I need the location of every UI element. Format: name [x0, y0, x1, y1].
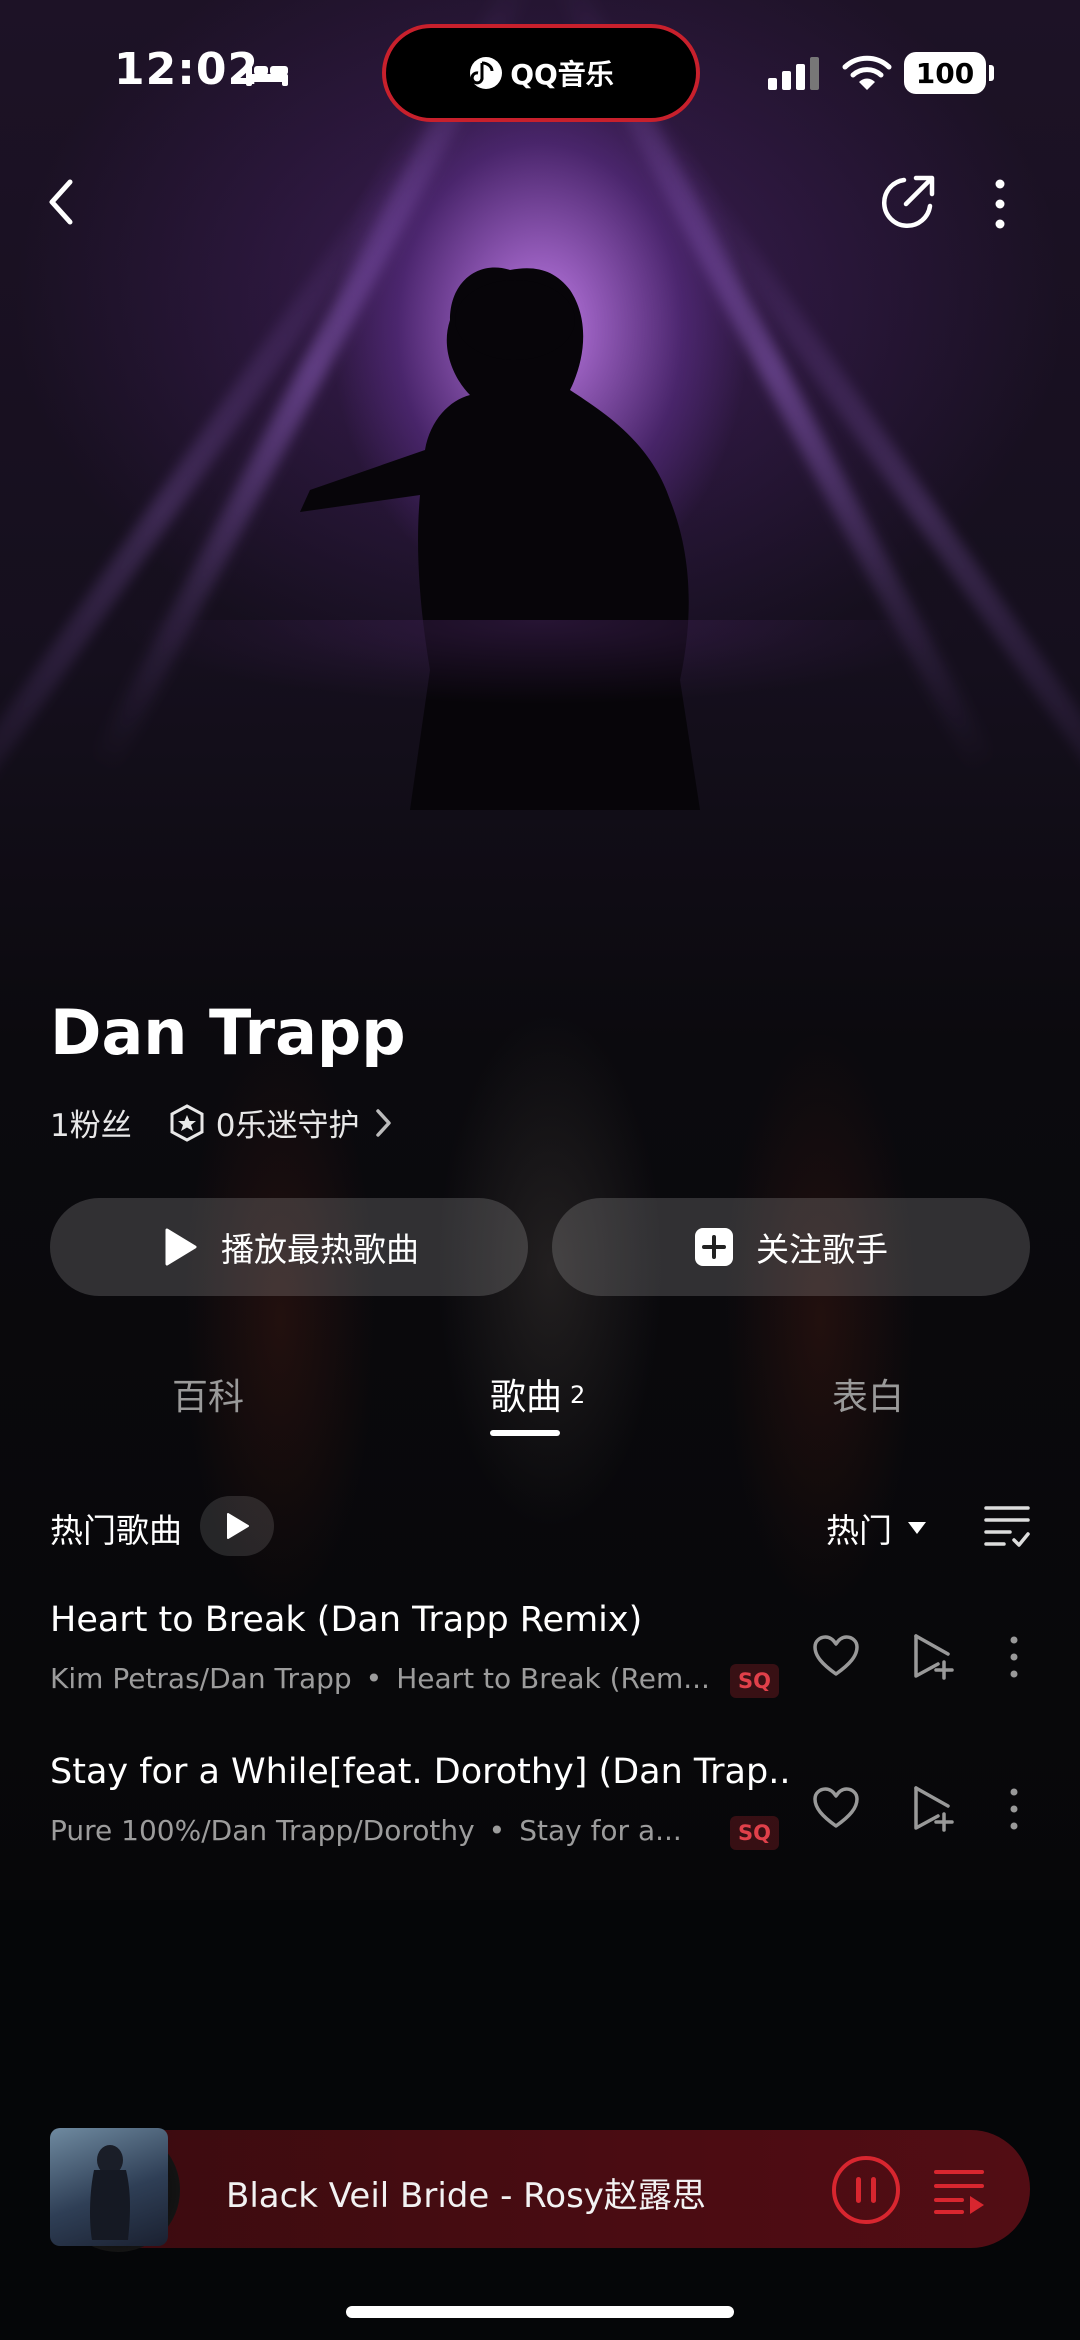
song-album: Heart to Break (Rem... [396, 1662, 710, 1695]
fan-count[interactable]: 1粉丝 [50, 1100, 132, 1145]
artist-name: Dan Trapp [50, 996, 406, 1069]
guard-count[interactable]: 0乐迷守护 [216, 1100, 360, 1145]
back-icon[interactable] [40, 172, 84, 232]
active-tab-indicator [490, 1430, 560, 1436]
song-subtitle: Kim Petras/Dan Trapp • Heart to Break (R… [50, 1662, 710, 1695]
song-album: Stay for a... [519, 1814, 682, 1847]
song-subtitle: Pure 100%/Dan Trapp/Dorothy • Stay for a… [50, 1814, 682, 1847]
tab-confession[interactable]: 表白 [832, 1368, 904, 1420]
song-title: Stay for a While[feat. Dorothy] (Dan Tra… [50, 1752, 790, 1792]
plus-icon [695, 1228, 733, 1266]
song-list-header: 热门歌曲 热门 [0, 1492, 1080, 1562]
status-bar: 12:02 QQ音乐 100 [0, 0, 1080, 140]
separator-dot: • [365, 1662, 383, 1695]
caret-down-icon [908, 1522, 926, 1534]
home-indicator[interactable] [346, 2306, 734, 2318]
tab-songs-count: 2 [570, 1381, 586, 1409]
heart-icon[interactable] [812, 1634, 860, 1678]
song-row[interactable]: Stay for a While[feat. Dorothy] (Dan Tra… [0, 1752, 1080, 1872]
more-icon[interactable] [984, 176, 1016, 232]
sleep-icon [246, 62, 288, 86]
album-figure [90, 2145, 130, 2240]
song-row[interactable]: Heart to Break (Dan Trapp Remix) Kim Pet… [0, 1600, 1080, 1720]
artist-meta[interactable]: 1粉丝 0乐迷守护 [50, 1100, 393, 1145]
wifi-icon [842, 55, 892, 90]
signal-icon [768, 57, 819, 90]
more-vertical-icon[interactable] [1004, 1634, 1024, 1680]
tab-songs[interactable]: 歌曲 2 [490, 1368, 585, 1420]
sort-label: 热门 [826, 1511, 892, 1550]
play-all-button[interactable] [200, 1496, 274, 1556]
artist-tabs: 百科 歌曲 2 表白 [0, 1368, 1080, 1438]
hot-songs-title: 热门歌曲 [50, 1511, 182, 1550]
battery-indicator: 100 [904, 52, 994, 94]
follow-artist-button[interactable]: 关注歌手 [552, 1198, 1030, 1296]
qq-music-logo-icon [470, 57, 503, 89]
play-icon [227, 1513, 249, 1539]
chevron-right-icon [376, 1108, 392, 1137]
play-hot-songs-button[interactable]: 播放最热歌曲 [50, 1198, 528, 1296]
play-hot-songs-label: 播放最热歌曲 [221, 1230, 419, 1269]
follow-artist-label: 关注歌手 [756, 1230, 888, 1269]
island-app-name: QQ音乐 [510, 58, 614, 91]
add-to-playlist-icon[interactable] [910, 1784, 956, 1832]
sort-dropdown[interactable]: 热门 [826, 1504, 928, 1552]
pause-icon[interactable] [830, 2154, 902, 2226]
queue-icon[interactable] [932, 2164, 988, 2216]
add-to-playlist-icon[interactable] [910, 1632, 956, 1680]
more-vertical-icon[interactable] [1004, 1786, 1024, 1832]
now-playing-title: Black Veil Bride - Rosy赵露思 [226, 2176, 706, 2216]
song-artists: Pure 100%/Dan Trapp/Dorothy [50, 1814, 475, 1847]
song-title: Heart to Break (Dan Trapp Remix) [50, 1600, 643, 1640]
guard-icon [170, 1103, 204, 1142]
sq-quality-badge: SQ [730, 1816, 779, 1850]
share-icon[interactable] [876, 172, 938, 234]
sq-quality-badge: SQ [730, 1664, 779, 1698]
play-icon [165, 1228, 197, 1266]
manage-list-icon[interactable] [982, 1502, 1032, 1550]
song-artists: Kim Petras/Dan Trapp [50, 1662, 352, 1695]
tab-wiki[interactable]: 百科 [172, 1368, 244, 1420]
separator-dot: • [488, 1814, 506, 1847]
dynamic-island[interactable]: QQ音乐 [382, 24, 700, 122]
now-playing-album-art[interactable] [50, 2128, 168, 2246]
clock: 12:02 [114, 44, 260, 95]
heart-icon[interactable] [812, 1786, 860, 1830]
